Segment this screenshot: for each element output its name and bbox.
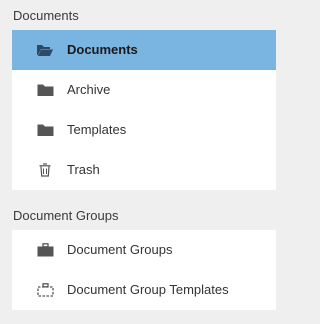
sidebar-item-label: Trash (67, 162, 100, 177)
groups-panel: Document Groups Document Group Templates (12, 230, 276, 310)
documents-section-title: Documents (13, 8, 79, 23)
sidebar-item-templates[interactable]: Templates (12, 110, 276, 150)
folder-icon (36, 122, 54, 138)
briefcase-dashed-icon (36, 282, 54, 298)
sidebar-item-label: Templates (67, 122, 127, 137)
briefcase-icon (36, 242, 54, 258)
trash-icon (36, 162, 54, 178)
documents-panel: Documents Archive Templates Trash (12, 30, 276, 190)
groups-section-title: Document Groups (13, 208, 119, 223)
sidebar-item-document-groups[interactable]: Document Groups (12, 230, 276, 270)
sidebar-item-label: Documents (67, 42, 138, 57)
sidebar-item-documents[interactable]: Documents (12, 30, 276, 70)
sidebar-item-label: Document Groups (67, 242, 173, 257)
sidebar-item-label: Document Group Templates (67, 282, 229, 297)
folder-icon (36, 82, 54, 98)
sidebar-item-label: Archive (67, 82, 111, 97)
sidebar-item-document-group-templates[interactable]: Document Group Templates (12, 270, 276, 310)
folder-open-icon (36, 42, 54, 58)
sidebar-item-trash[interactable]: Trash (12, 150, 276, 190)
sidebar-item-archive[interactable]: Archive (12, 70, 276, 110)
